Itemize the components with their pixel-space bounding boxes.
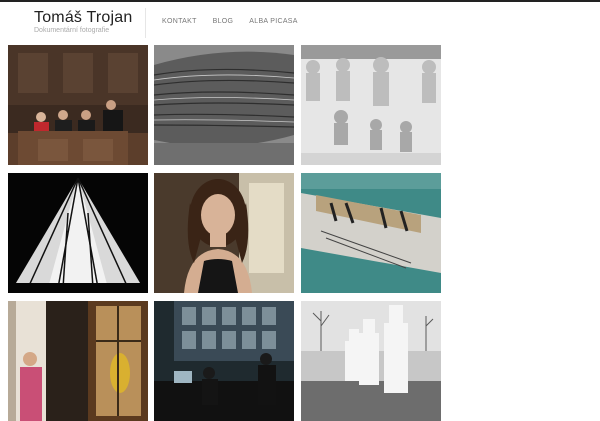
photo-legs-on-stairs-image: [301, 173, 441, 293]
photo-young-woman-portrait[interactable]: [154, 173, 294, 293]
photo-tree-bark[interactable]: [154, 45, 294, 165]
photo-woman-at-window-image: [8, 301, 148, 421]
photo-office-computer-workers[interactable]: [154, 301, 294, 421]
photo-woman-at-window[interactable]: [8, 301, 148, 421]
photo-court-hearing[interactable]: [8, 45, 148, 165]
photo-chefs-in-white-image: [301, 301, 441, 421]
photo-angel-figurines-image: [301, 45, 441, 165]
photo-tree-bark-image: [154, 45, 294, 165]
photo-court-hearing-image: [8, 45, 148, 165]
photo-office-computer-workers-image: [154, 301, 294, 421]
photo-young-woman-portrait-image: [154, 173, 294, 293]
photo-tent-silhouette[interactable]: [8, 173, 148, 293]
photo-angel-figurines[interactable]: [301, 45, 441, 165]
photo-gallery: [0, 0, 600, 421]
photo-legs-on-stairs[interactable]: [301, 173, 441, 293]
photo-chefs-in-white[interactable]: [301, 301, 441, 421]
photo-tent-silhouette-image: [8, 173, 148, 293]
